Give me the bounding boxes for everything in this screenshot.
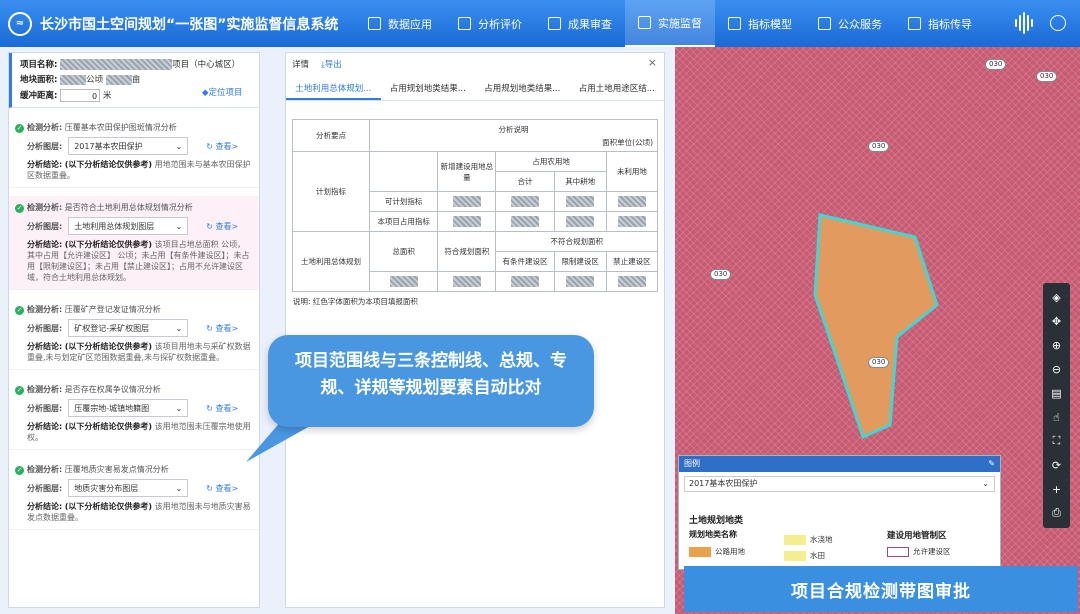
- check-icon: ✓: [15, 204, 24, 213]
- map-icon[interactable]: ▤: [1048, 385, 1066, 403]
- view-link[interactable]: ↻ 查看>: [206, 141, 238, 152]
- view-link[interactable]: ↻ 查看>: [206, 323, 238, 334]
- pan-icon[interactable]: ✥: [1048, 313, 1066, 331]
- export-button[interactable]: ⤓导出: [321, 58, 342, 70]
- legend-panel: 图例 ✎ 2017基本农田保护 ⌄ 土地规划地类 规划地类名称 建设用地管制区 公路…: [678, 455, 1001, 570]
- map-label: 030: [868, 357, 890, 368]
- detail-panel: 详情 ⤓导出 × 土地利用总体规划... 占用规划地类结果... 占用规划地类结…: [285, 52, 665, 608]
- chevron-down-icon: ⌄: [175, 141, 183, 151]
- buffer-distance-input[interactable]: 0: [60, 89, 101, 102]
- analysis-section: ✓ 检测分析: 是否存在权属争议情况分析 分析图层: 压覆宗地-城镇地籍图 ⌄ ↻ 查看…: [9, 378, 259, 450]
- nav-public[interactable]: 公众服务: [805, 0, 895, 47]
- redacted-area: [60, 74, 87, 85]
- project-info: 项目名称: 项目（中心城区） 地块面积: 公顷 亩 ◆定位项目 缓冲距离: 0 …: [9, 53, 259, 108]
- check-icon: ✓: [15, 466, 24, 475]
- map-label: 030: [868, 141, 890, 152]
- hand-icon[interactable]: ☝: [1048, 408, 1066, 426]
- detail-header: 详情 ⤓导出 ×: [286, 53, 664, 75]
- chevron-down-icon: ⌄: [982, 479, 989, 488]
- map-toolbar: ◈ ✥ ⊕ ⊖ ▤ ☝ ⛶ ⟳ + ⎙: [1043, 283, 1070, 528]
- fullscreen-icon[interactable]: ⛶: [1048, 432, 1066, 450]
- app-logo: ≈: [8, 11, 32, 36]
- detail-title: 详情: [292, 60, 310, 70]
- layer-select[interactable]: 压覆宗地-城镇地籍图 ⌄: [68, 399, 189, 417]
- main-nav: 数据应用 分析评价 成果审查 实施监督 指标模型 公众服务 指标传导: [355, 0, 985, 47]
- analysis-section: ✓ 检测分析: 压覆基本农田保护图斑情况分析 分析图层: 2017基本农田保护 ⌄ ↻ …: [9, 116, 259, 188]
- tab-plan-class-result-1[interactable]: 占用规划地类结果...: [381, 79, 476, 100]
- analysis-section: ✓ 检测分析: 压覆地质灾害易发点情况分析 分析图层: 地质灾害分布图层 ⌄ ↻ 查看>…: [9, 458, 259, 530]
- public-icon: [818, 17, 831, 30]
- check-icon: ✓: [15, 124, 24, 133]
- locate-project-link[interactable]: ◆定位项目: [202, 87, 243, 100]
- refresh-icon[interactable]: ⟳: [1048, 456, 1066, 474]
- table-note: 说明: 红色字体面积为本项目填报面积: [293, 297, 418, 306]
- globe-icon[interactable]: [1050, 15, 1066, 31]
- swatch: [887, 546, 909, 557]
- detail-tabs: 土地利用总体规划... 占用规划地类结果... 占用规划地类结果... 占用土地…: [286, 79, 664, 101]
- view-link[interactable]: ↻ 查看>: [206, 403, 238, 414]
- view-link[interactable]: ↻ 查看>: [206, 221, 238, 232]
- layer-select[interactable]: 土地利用总体规划图层 ⌄: [68, 217, 189, 235]
- swatch: [784, 550, 806, 561]
- chevron-down-icon: ⌄: [175, 483, 183, 493]
- monitor-icon: [638, 16, 651, 29]
- tab-plan-class-result-2[interactable]: 占用规划地类结果...: [475, 79, 570, 100]
- legend-layer-select[interactable]: 2017基本农田保护 ⌄: [684, 476, 995, 492]
- zoom-out-icon[interactable]: ⊖: [1048, 361, 1066, 379]
- analysis-section: ✓ 检测分析: 压覆矿产登记发证情况分析 分析图层: 矿权登记-采矿权图层 ⌄ ↻ 查看…: [9, 298, 259, 370]
- check-icon: ✓: [15, 306, 24, 315]
- nav-analysis[interactable]: 分析评价: [445, 0, 535, 47]
- legend-item: 水田: [784, 550, 825, 561]
- layer-select[interactable]: 地质灾害分布图层 ⌄: [68, 479, 189, 497]
- plus-icon[interactable]: +: [1048, 480, 1066, 498]
- analysis-icon: [458, 17, 471, 30]
- close-icon[interactable]: ×: [648, 56, 657, 69]
- transfer-icon: [908, 17, 921, 30]
- review-icon: [548, 17, 561, 30]
- nav-review[interactable]: 成果审查: [535, 0, 625, 47]
- map-label: 030: [985, 59, 1007, 70]
- swatch: [784, 534, 806, 545]
- nav-data-apps[interactable]: 数据应用: [355, 0, 445, 47]
- chevron-down-icon: ⌄: [175, 403, 183, 413]
- redacted-area-mu: [105, 74, 132, 85]
- nav-monitor[interactable]: 实施监督: [625, 0, 715, 47]
- app-title: 长沙市国土空间规划“一张图”实施监督信息系统: [40, 16, 339, 33]
- legend-item: 允许建设区: [887, 546, 951, 557]
- nav-transfer[interactable]: 指标传导: [895, 0, 985, 47]
- swatch: [689, 546, 711, 557]
- map-label: 030: [710, 269, 732, 280]
- database-icon: [368, 17, 381, 30]
- tab-land-use-plan[interactable]: 土地利用总体规划...: [286, 79, 381, 100]
- legend-header: 图例 ✎: [679, 456, 1000, 472]
- callout-bubble: 项目范围线与三条控制线、总规、专规、详规等规划要素自动比对: [268, 335, 594, 427]
- edit-icon[interactable]: ✎: [988, 456, 995, 472]
- analysis-section: ✓ 检测分析: 是否符合土地利用总体规划情况分析 分析图层: 土地利用总体规划图层 ⌄…: [9, 196, 259, 290]
- check-icon: ✓: [15, 386, 24, 395]
- layer-select[interactable]: 2017基本农田保护 ⌄: [68, 137, 189, 155]
- analysis-table: 分析要点 分析说明 面积单位(公顷) 计划指标 新增建设用地总量 占用农用地 未…: [292, 119, 659, 292]
- redacted-name: [60, 59, 173, 70]
- voice-icon[interactable]: [1012, 9, 1036, 37]
- layer-select[interactable]: 矿权登记-采矿权图层 ⌄: [68, 319, 189, 337]
- zoom-in-icon[interactable]: ⊕: [1048, 337, 1066, 355]
- chevron-down-icon: ⌄: [175, 323, 183, 333]
- print-icon[interactable]: ⎙: [1048, 504, 1066, 522]
- app-header: ≈ 长沙市国土空间规划“一张图”实施监督信息系统 数据应用 分析评价 成果审查 …: [0, 0, 1080, 47]
- layers-icon[interactable]: ◈: [1048, 289, 1066, 307]
- model-icon: [728, 17, 741, 30]
- analysis-panel: 项目名称: 项目（中心城区） 地块面积: 公顷 亩 ◆定位项目 缓冲距离: 0 …: [8, 52, 260, 608]
- view-link[interactable]: ↻ 查看>: [206, 483, 238, 494]
- legend-item: 水浇地: [784, 534, 833, 545]
- map-label: 030: [1036, 71, 1058, 82]
- chevron-down-icon: ⌄: [175, 221, 183, 231]
- tab-land-use-zone-result[interactable]: 占用土地用途区结...: [570, 79, 665, 100]
- feature-banner: 项目合规检测带图审批: [684, 566, 1078, 612]
- legend-item: 公路用地: [689, 546, 745, 557]
- nav-model[interactable]: 指标模型: [715, 0, 805, 47]
